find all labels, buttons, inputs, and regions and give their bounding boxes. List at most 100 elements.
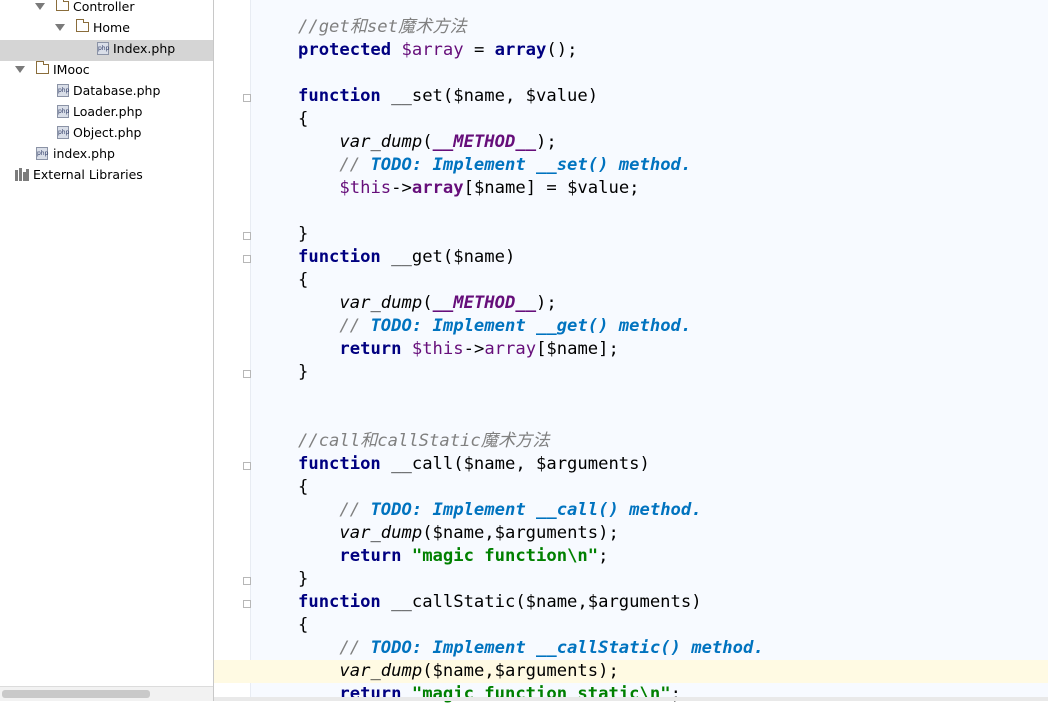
code-token: ;: [670, 684, 681, 704]
code-token: __set($name, $value): [380, 86, 599, 106]
fold-marker-icon[interactable]: [243, 600, 251, 608]
tree-item-object-php[interactable]: php Object.php: [0, 124, 213, 145]
libraries-icon: [15, 168, 29, 181]
code-line[interactable]: return "magic function\n";: [298, 545, 608, 568]
code-line[interactable]: }: [298, 568, 308, 591]
code-line[interactable]: {: [298, 108, 308, 131]
code-token: ->: [463, 339, 485, 359]
tree-item-label: Controller: [73, 0, 135, 14]
code-line[interactable]: return $this->array[$name];: [298, 338, 619, 361]
expand-arrow-icon[interactable]: [15, 66, 25, 73]
scrollbar-thumb[interactable]: [2, 690, 150, 698]
code-token: ();: [546, 40, 578, 60]
fold-marker-icon[interactable]: [243, 370, 251, 378]
folder-icon: [36, 61, 49, 74]
code-token: function: [298, 247, 381, 267]
code-token: {: [298, 615, 309, 635]
code-line[interactable]: var_dump(__METHOD__);: [298, 292, 556, 315]
code-line[interactable]: {: [298, 476, 308, 499]
php-file-icon: php: [36, 147, 48, 160]
fold-marker-icon[interactable]: [243, 255, 251, 263]
tree-item-index-php-root[interactable]: php index.php: [0, 145, 213, 166]
code-token: return: [339, 546, 402, 566]
code-line[interactable]: }: [298, 361, 308, 384]
php-file-icon: php: [97, 42, 109, 55]
tree-item-external-libraries[interactable]: External Libraries: [0, 166, 213, 187]
code-token: var_dump: [339, 523, 423, 543]
code-token: var_dump: [339, 132, 423, 152]
code-line[interactable]: var_dump($name,$arguments);: [298, 660, 618, 683]
code-token: }: [298, 569, 309, 589]
folder-icon: [56, 0, 69, 11]
tree-item-index-php-selected[interactable]: php Index.php: [0, 40, 213, 61]
code-token: ;: [598, 546, 609, 566]
project-tree-panel: Controller Home php Index.php IMooc php …: [0, 0, 214, 701]
code-line[interactable]: //call和callStatic魔术方法: [298, 430, 550, 453]
fold-marker-icon[interactable]: [243, 232, 251, 240]
code-token: var_dump: [339, 661, 423, 681]
code-line[interactable]: function __call($name, $arguments): [298, 453, 650, 476]
tree-item-label: Loader.php: [73, 104, 143, 119]
editor-horizontal-scrollbar[interactable]: [214, 697, 1048, 701]
code-line[interactable]: function __set($name, $value): [298, 85, 598, 108]
code-line[interactable]: $this->array[$name] = $value;: [298, 177, 640, 200]
fold-marker-icon[interactable]: [243, 94, 251, 102]
code-line[interactable]: {: [298, 269, 308, 292]
tree-item-label: IMooc: [53, 62, 90, 77]
tree-item-home[interactable]: Home: [0, 19, 213, 40]
tree-item-imooc[interactable]: IMooc: [0, 61, 213, 82]
code-token: [$name];: [536, 339, 619, 359]
tree-item-database-php[interactable]: php Database.php: [0, 82, 213, 103]
tree-item-label: Index.php: [113, 41, 176, 56]
code-token: [$name] = $value;: [463, 178, 640, 198]
code-line[interactable]: var_dump($name,$arguments);: [298, 522, 618, 545]
tree-item-loader-php[interactable]: php Loader.php: [0, 103, 213, 124]
code-line[interactable]: {: [298, 614, 308, 637]
editor-gutter[interactable]: [214, 0, 250, 701]
code-line[interactable]: function __callStatic($name,$arguments): [298, 591, 702, 614]
code-token: array: [494, 40, 547, 60]
code-token: __get($name): [380, 247, 516, 267]
code-line[interactable]: }: [298, 223, 308, 246]
fold-marker-icon[interactable]: [243, 462, 251, 470]
tree-item-label: External Libraries: [33, 167, 143, 182]
code-line[interactable]: function __get($name): [298, 246, 515, 269]
code-token: "magic function static\n": [411, 684, 671, 704]
code-token: TODO: Implement __call() method.: [370, 500, 702, 520]
code-token: //: [339, 155, 371, 175]
expand-arrow-icon[interactable]: [35, 3, 45, 10]
code-token: $array: [401, 40, 464, 60]
tree-item-controller[interactable]: Controller: [0, 0, 213, 19]
code-line[interactable]: //get和set魔术方法: [298, 16, 467, 39]
tree-item-label: Home: [93, 20, 130, 35]
code-token: __METHOD__: [432, 132, 537, 152]
code-line[interactable]: // TODO: Implement __callStatic() method…: [298, 637, 763, 660]
code-line[interactable]: // TODO: Implement __get() method.: [298, 315, 691, 338]
code-line[interactable]: var_dump(__METHOD__);: [298, 131, 557, 154]
code-line[interactable]: protected $array = array();: [298, 39, 577, 62]
expand-arrow-icon[interactable]: [55, 24, 65, 31]
code-token: function: [298, 86, 381, 106]
code-token: =: [463, 40, 495, 60]
tree-item-label: Object.php: [73, 125, 142, 140]
sidebar-horizontal-scrollbar[interactable]: [0, 686, 213, 701]
code-line[interactable]: // TODO: Implement __set() method.: [298, 154, 691, 177]
code-token: //call和callStatic魔术方法: [298, 431, 550, 451]
code-token: );: [536, 132, 557, 152]
code-line[interactable]: return "magic function static\n";: [298, 683, 681, 706]
code-line[interactable]: // TODO: Implement __call() method.: [298, 499, 702, 522]
code-token: (: [422, 132, 433, 152]
code-token: (: [422, 293, 433, 313]
code-token: function: [298, 592, 381, 612]
code-token: $this: [411, 339, 464, 359]
fold-marker-icon[interactable]: [243, 577, 251, 585]
code-token: __METHOD__: [432, 293, 537, 313]
